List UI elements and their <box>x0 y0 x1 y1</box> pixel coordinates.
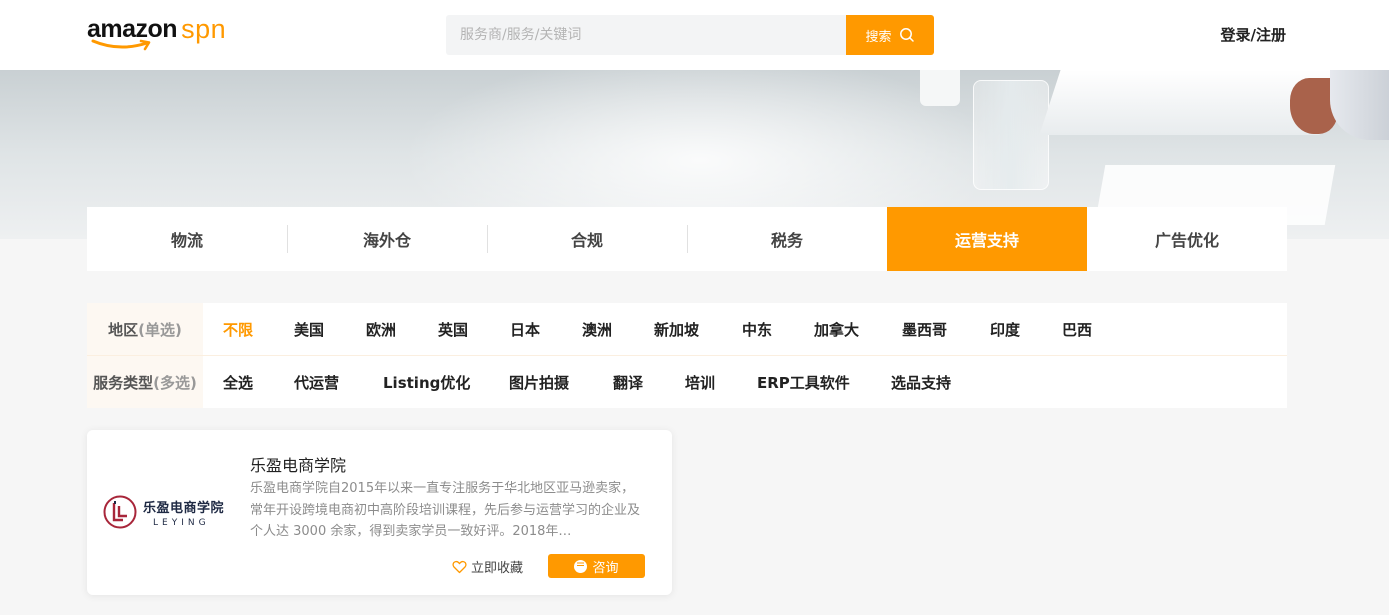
tab-ad-optimization[interactable]: 广告优化 <box>1087 207 1287 271</box>
region-label-hint: (单选) <box>138 320 182 339</box>
region-option-singapore[interactable]: 新加坡 <box>654 303 699 355</box>
service-option-translation[interactable]: 翻译 <box>613 356 643 408</box>
service-filter-row: 服务类型 (多选) 全选 代运营 Listing优化 图片拍摄 翻译 培训 ERP… <box>87 355 1287 408</box>
favorite-label: 立即收藏 <box>471 561 524 576</box>
heart-icon <box>452 560 467 573</box>
banner-sleeve <box>1330 70 1389 140</box>
service-options: 全选 代运营 Listing优化 图片拍摄 翻译 培训 ERP工具软件 选品支持 <box>203 356 1287 408</box>
region-options: 不限 美国 欧洲 英国 日本 澳洲 新加坡 中东 加拿大 墨西哥 印度 巴西 <box>203 303 1287 355</box>
tab-logistics[interactable]: 物流 <box>87 207 287 271</box>
filter-panel: 地区 (单选) 不限 美国 欧洲 英国 日本 澳洲 新加坡 中东 加拿大 墨西哥 … <box>87 303 1287 408</box>
service-label-text: 服务类型 <box>93 373 154 392</box>
tab-compliance[interactable]: 合规 <box>487 207 687 271</box>
region-label-text: 地区 <box>108 320 139 339</box>
region-option-any[interactable]: 不限 <box>223 303 253 355</box>
site-logo[interactable]: amazon spn <box>87 14 226 54</box>
leying-logo-icon <box>103 495 137 529</box>
search-input[interactable] <box>446 15 846 55</box>
region-option-canada[interactable]: 加拿大 <box>814 303 859 355</box>
amazon-smile-icon <box>91 39 151 51</box>
tab-overseas-warehouse[interactable]: 海外仓 <box>287 207 487 271</box>
region-filter-label: 地区 (单选) <box>87 303 203 355</box>
search-button[interactable]: 搜索 <box>846 15 934 55</box>
category-tabs: 物流 海外仓 合规 税务 运营支持 广告优化 <box>87 207 1287 271</box>
service-label-hint: (多选) <box>153 373 197 392</box>
provider-card[interactable]: 乐盈电商学院 LEYING 乐盈电商学院 乐盈电商学院自2015年以来一直专注服… <box>87 430 672 595</box>
region-option-uk[interactable]: 英国 <box>438 303 468 355</box>
consult-button[interactable]: 咨询 <box>548 554 645 578</box>
service-option-agency[interactable]: 代运营 <box>294 356 339 408</box>
search-icon <box>899 28 914 42</box>
provider-name[interactable]: 乐盈电商学院 <box>250 452 346 476</box>
service-option-training[interactable]: 培训 <box>685 356 715 408</box>
banner-glass <box>973 80 1049 190</box>
service-option-photography[interactable]: 图片拍摄 <box>509 356 569 408</box>
service-filter-label: 服务类型 (多选) <box>87 356 203 408</box>
provider-logo-text: 乐盈电商学院 LEYING <box>143 497 224 528</box>
tab-tax[interactable]: 税务 <box>687 207 887 271</box>
region-option-australia[interactable]: 澳洲 <box>582 303 612 355</box>
favorite-button[interactable]: 立即收藏 <box>452 557 523 576</box>
region-filter-row: 地区 (单选) 不限 美国 欧洲 英国 日本 澳洲 新加坡 中东 加拿大 墨西哥 … <box>87 303 1287 355</box>
service-option-listing[interactable]: Listing优化 <box>383 356 470 408</box>
logo-spn-text: spn <box>181 14 227 44</box>
service-option-erp[interactable]: ERP工具软件 <box>757 356 850 408</box>
search-bar: 搜索 <box>446 15 934 55</box>
tab-operation-support[interactable]: 运营支持 <box>887 207 1087 271</box>
consult-label: 咨询 <box>592 560 619 576</box>
region-option-us[interactable]: 美国 <box>294 303 324 355</box>
provider-logo-cn: 乐盈电商学院 <box>143 500 225 516</box>
provider-logo: 乐盈电商学院 LEYING <box>103 494 235 530</box>
search-button-label: 搜索 <box>865 29 892 45</box>
chat-icon <box>574 559 588 573</box>
service-option-all[interactable]: 全选 <box>223 356 253 408</box>
login-register-link[interactable]: 登录/注册 <box>1221 24 1286 45</box>
site-header: amazon spn 搜索 登录/注册 <box>0 0 1389 70</box>
region-option-europe[interactable]: 欧洲 <box>366 303 396 355</box>
region-option-india[interactable]: 印度 <box>990 303 1020 355</box>
banner-mug <box>920 70 960 106</box>
service-option-product-selection[interactable]: 选品支持 <box>891 356 951 408</box>
region-option-japan[interactable]: 日本 <box>510 303 540 355</box>
region-option-middle-east[interactable]: 中东 <box>742 303 772 355</box>
region-option-brazil[interactable]: 巴西 <box>1062 303 1092 355</box>
provider-logo-en: LEYING <box>153 517 210 528</box>
region-option-mexico[interactable]: 墨西哥 <box>902 303 947 355</box>
provider-description: 乐盈电商学院自2015年以来一直专注服务于华北地区亚马逊卖家，常年开设跨境电商初… <box>250 481 641 539</box>
